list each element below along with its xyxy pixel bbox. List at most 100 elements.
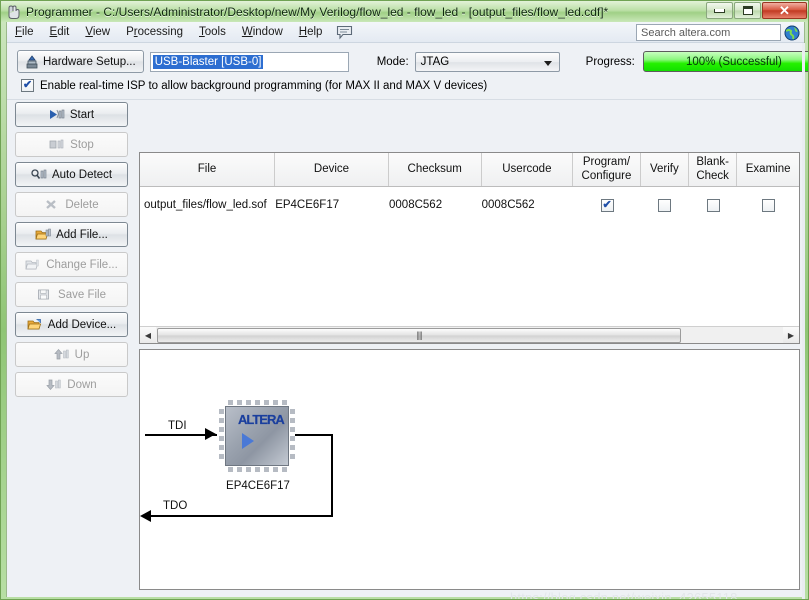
- scroll-thumb-grip: ||||: [416, 330, 422, 340]
- change-file-label: Change File...: [46, 258, 118, 271]
- chip-pin: [237, 467, 242, 472]
- menu-processing[interactable]: Processing: [118, 24, 191, 40]
- chip-pin: [219, 427, 224, 432]
- chip-pin: [219, 436, 224, 441]
- save-file-label: Save File: [58, 288, 106, 301]
- cell-file: output_files/flow_led.sof: [144, 199, 267, 211]
- move-down-button[interactable]: Down: [15, 372, 128, 397]
- auto-detect-label: Auto Detect: [51, 168, 113, 181]
- menu-window[interactable]: Window: [234, 24, 291, 40]
- add-device-button[interactable]: Add Device...: [15, 312, 128, 337]
- chip-pins-top: [228, 400, 287, 405]
- mode-select[interactable]: JTAG: [414, 51, 560, 72]
- menu-view[interactable]: View: [77, 24, 118, 40]
- chip-pins-right: [290, 409, 295, 459]
- examine-checkbox[interactable]: [761, 198, 775, 212]
- close-button[interactable]: ✕: [762, 2, 807, 19]
- save-file-button[interactable]: Save File: [15, 282, 128, 307]
- mode-value: JTAG: [420, 55, 450, 68]
- scroll-right-arrow-icon[interactable]: ▶: [783, 327, 799, 343]
- scroll-track[interactable]: [682, 327, 783, 344]
- column-header-device[interactable]: Device: [275, 153, 389, 186]
- globe-icon[interactable]: [784, 25, 800, 41]
- realtime-isp-row[interactable]: Enable real-time ISP to allow background…: [21, 78, 488, 92]
- table-horizontal-scrollbar[interactable]: ◀ |||| ▶: [140, 326, 799, 343]
- cell-program-configure[interactable]: [573, 193, 641, 217]
- chip-pin: [219, 445, 224, 450]
- column-header-usercode[interactable]: Usercode: [482, 153, 574, 186]
- minimize-button[interactable]: [706, 2, 733, 19]
- column-header-checksum[interactable]: Checksum: [389, 153, 482, 186]
- chip-pin: [255, 400, 260, 405]
- chip-pin: [282, 400, 287, 405]
- column-header-blank-line2: Check: [696, 169, 729, 182]
- menu-edit[interactable]: Edit: [42, 24, 78, 40]
- programmer-app-icon: [6, 4, 22, 20]
- column-header-program-line1: Program/: [582, 156, 631, 169]
- cell-examine[interactable]: [737, 193, 799, 217]
- menu-tools[interactable]: Tools: [191, 24, 234, 40]
- scroll-thumb[interactable]: ||||: [157, 327, 681, 343]
- cell-usercode: 0008C562: [481, 199, 535, 211]
- fpga-device-graphic[interactable]: ALTERA: [219, 400, 295, 472]
- cell-verify[interactable]: [641, 193, 689, 217]
- progress-value: 100% (Successful): [685, 55, 782, 68]
- window-controls: ✕: [706, 2, 807, 19]
- menu-processing-rest: ocessing: [137, 26, 184, 38]
- column-header-blank-check[interactable]: Blank- Check: [689, 153, 738, 186]
- hardware-cable-field[interactable]: USB-Blaster [USB-0]: [149, 51, 349, 72]
- realtime-isp-checkbox[interactable]: [21, 78, 34, 92]
- menu-help[interactable]: Help: [291, 24, 331, 40]
- change-file-icon: [25, 258, 41, 272]
- chip-pin: [290, 445, 295, 450]
- program-configure-checkbox[interactable]: [600, 198, 614, 212]
- blank-check-checkbox[interactable]: [706, 198, 720, 212]
- add-file-button[interactable]: Add File...: [15, 222, 128, 247]
- start-button[interactable]: Start: [15, 102, 128, 127]
- move-up-label: Up: [74, 348, 90, 361]
- column-header-file[interactable]: File: [140, 153, 276, 186]
- chip-pin: [228, 467, 233, 472]
- message-note-icon[interactable]: [336, 25, 353, 40]
- menu-file[interactable]: File: [7, 24, 42, 40]
- toolbar-strip: Hardware Setup... USB-Blaster [USB-0] Mo…: [7, 43, 808, 100]
- right-gutter: [802, 43, 805, 599]
- column-header-examine[interactable]: Examine: [737, 153, 799, 186]
- maximize-icon: [742, 6, 753, 15]
- mode-label: Mode:: [376, 55, 409, 68]
- hardware-row: Hardware Setup... USB-Blaster [USB-0] Mo…: [17, 50, 808, 73]
- minimize-icon: [714, 8, 725, 13]
- scroll-left-arrow-icon[interactable]: ◀: [140, 327, 156, 343]
- search-input[interactable]: [636, 24, 781, 41]
- hardware-setup-button[interactable]: Hardware Setup...: [17, 50, 144, 73]
- menu-bar: File Edit View Processing Tools Window H…: [7, 22, 804, 43]
- tdo-wire-top: [295, 434, 333, 436]
- verify-checkbox[interactable]: [658, 198, 672, 212]
- cell-checksum: 0008C562: [389, 199, 443, 211]
- menu-window-rest: indow: [252, 26, 283, 38]
- delete-button[interactable]: Delete: [15, 192, 128, 217]
- table-row[interactable]: output_files/flow_led.sof EP4CE6F17 0008…: [140, 193, 799, 217]
- maximize-button[interactable]: [734, 2, 761, 19]
- change-file-button[interactable]: Change File...: [15, 252, 128, 277]
- start-icon: [49, 108, 65, 122]
- chip-pin: [246, 467, 251, 472]
- move-up-button[interactable]: Up: [15, 342, 128, 367]
- tdi-arrowhead: [205, 428, 216, 440]
- cell-blank-check[interactable]: [689, 193, 737, 217]
- watermark-text: https://blog.csdn.net/weixin_42655118: [510, 590, 738, 600]
- add-file-icon: [35, 228, 51, 242]
- realtime-isp-label: Enable real-time ISP to allow background…: [40, 79, 488, 92]
- chip-pin: [290, 427, 295, 432]
- column-header-program-configure[interactable]: Program/ Configure: [573, 153, 641, 186]
- save-file-icon: [37, 288, 53, 302]
- hardware-cable-value: USB-Blaster [USB-0]: [152, 54, 264, 69]
- add-device-label: Add Device...: [47, 318, 117, 331]
- stop-button[interactable]: Stop: [15, 132, 128, 157]
- chip-pin: [219, 454, 224, 459]
- auto-detect-button[interactable]: Auto Detect: [15, 162, 128, 187]
- auto-detect-icon: [31, 168, 47, 182]
- column-header-verify[interactable]: Verify: [641, 153, 689, 186]
- cell-device: EP4CE6F17: [275, 199, 340, 211]
- chip-pin: [219, 418, 224, 423]
